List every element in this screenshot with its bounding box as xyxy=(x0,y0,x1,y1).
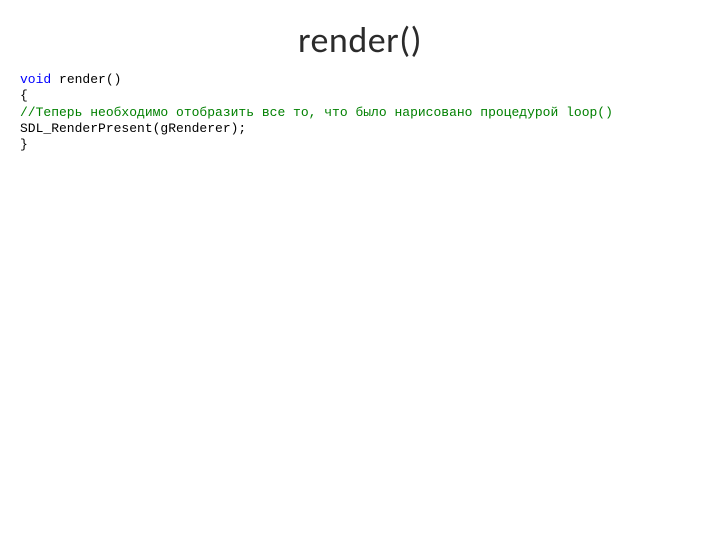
slide: render() void render() { //Теперь необхо… xyxy=(0,0,720,540)
code-line-1: void render() xyxy=(20,72,121,87)
code-line-5: } xyxy=(20,137,28,152)
code-line-4: SDL_RenderPresent(gRenderer); xyxy=(20,121,246,136)
slide-title: render() xyxy=(0,0,720,72)
code-line-2: { xyxy=(20,88,28,103)
keyword-void: void xyxy=(20,72,51,87)
code-block: void render() { //Теперь необходимо отоб… xyxy=(0,72,720,153)
code-text: render() xyxy=(51,72,121,87)
code-line-3-comment: //Теперь необходимо отобразить все то, ч… xyxy=(20,105,613,120)
